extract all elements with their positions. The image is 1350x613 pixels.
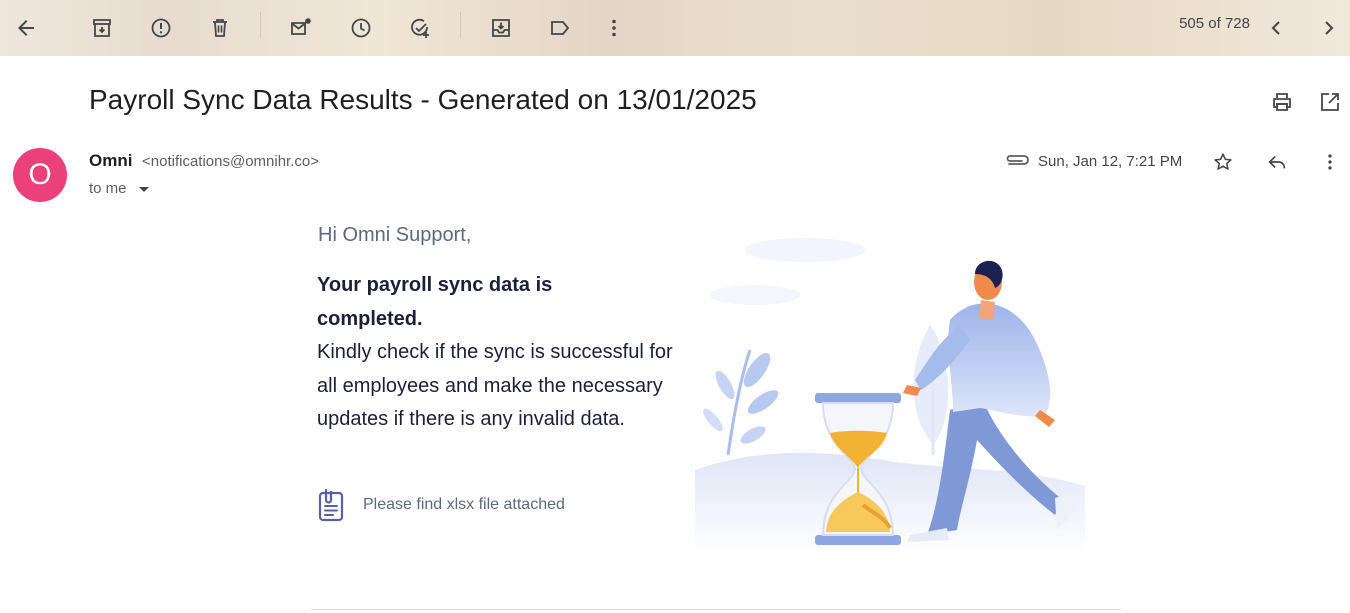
mark-unread-icon	[291, 18, 311, 35]
sender-avatar[interactable]: O	[13, 148, 67, 202]
mark-unread-button[interactable]	[281, 8, 321, 48]
email-subject: Payroll Sync Data Results - Generated on…	[89, 84, 757, 115]
print-icon	[1273, 93, 1291, 111]
message-more-button[interactable]	[1314, 146, 1346, 178]
add-task-icon	[411, 18, 429, 38]
more-vert-icon	[612, 19, 616, 37]
document-icon	[318, 488, 344, 522]
more-vert-icon	[1328, 154, 1332, 170]
recipient-label: to me	[89, 180, 127, 197]
headline-line-2: completed.	[317, 307, 423, 330]
clock-icon	[351, 18, 371, 38]
back-button[interactable]	[6, 8, 46, 48]
more-options-button[interactable]	[594, 8, 634, 48]
newer-button[interactable]	[1256, 8, 1296, 48]
toolbar-divider	[260, 12, 261, 38]
headline-line-1: Your payroll sync data is	[317, 274, 553, 296]
star-icon	[1214, 153, 1232, 170]
spam-icon	[151, 18, 171, 38]
toolbar-divider	[460, 12, 461, 38]
trash-icon	[213, 19, 227, 37]
chevron-left-icon	[1271, 21, 1280, 35]
body-paragraph: Kindly check if the sync is successful f…	[317, 341, 673, 430]
delete-button[interactable]	[200, 8, 240, 48]
older-button[interactable]	[1309, 8, 1349, 48]
toolbar: 505 of 728	[0, 0, 1350, 56]
move-to-button[interactable]	[481, 8, 521, 48]
attachment-note-text: Please find xlsx file attached	[363, 496, 565, 513]
snooze-button[interactable]	[341, 8, 381, 48]
greeting-text: Hi Omni Support,	[318, 224, 472, 246]
reply-icon	[1268, 155, 1286, 169]
sender-email: <notifications@omnihr.co>	[142, 153, 319, 170]
open-in-new-icon	[1321, 93, 1339, 111]
recipient-details[interactable]: to me	[89, 180, 149, 197]
move-to-inbox-icon	[492, 19, 510, 37]
message-divider	[311, 609, 1121, 610]
label-icon	[551, 21, 570, 35]
report-spam-button[interactable]	[141, 8, 181, 48]
message-date: Sun, Jan 12, 7:21 PM	[1038, 153, 1183, 170]
attachment-icon	[1006, 155, 1029, 165]
print-button[interactable]	[1264, 84, 1300, 120]
add-to-tasks-button[interactable]	[400, 8, 440, 48]
attachment-note: Please find xlsx file attached	[317, 488, 565, 522]
sender-name[interactable]: Omni	[89, 151, 132, 171]
open-new-window-button[interactable]	[1312, 84, 1348, 120]
reply-button[interactable]	[1261, 146, 1293, 178]
labels-button[interactable]	[540, 8, 580, 48]
pager-count: 505 of 728	[1179, 15, 1250, 32]
caret-down-icon	[138, 187, 149, 192]
star-button[interactable]	[1207, 146, 1239, 178]
archive-button[interactable]	[82, 8, 122, 48]
chevron-right-icon	[1325, 21, 1334, 35]
arrow-left-icon	[18, 20, 34, 36]
message-body: Your payroll sync data is completed. Kin…	[317, 269, 687, 437]
hourglass-illustration	[695, 238, 1085, 555]
archive-icon	[93, 19, 111, 37]
